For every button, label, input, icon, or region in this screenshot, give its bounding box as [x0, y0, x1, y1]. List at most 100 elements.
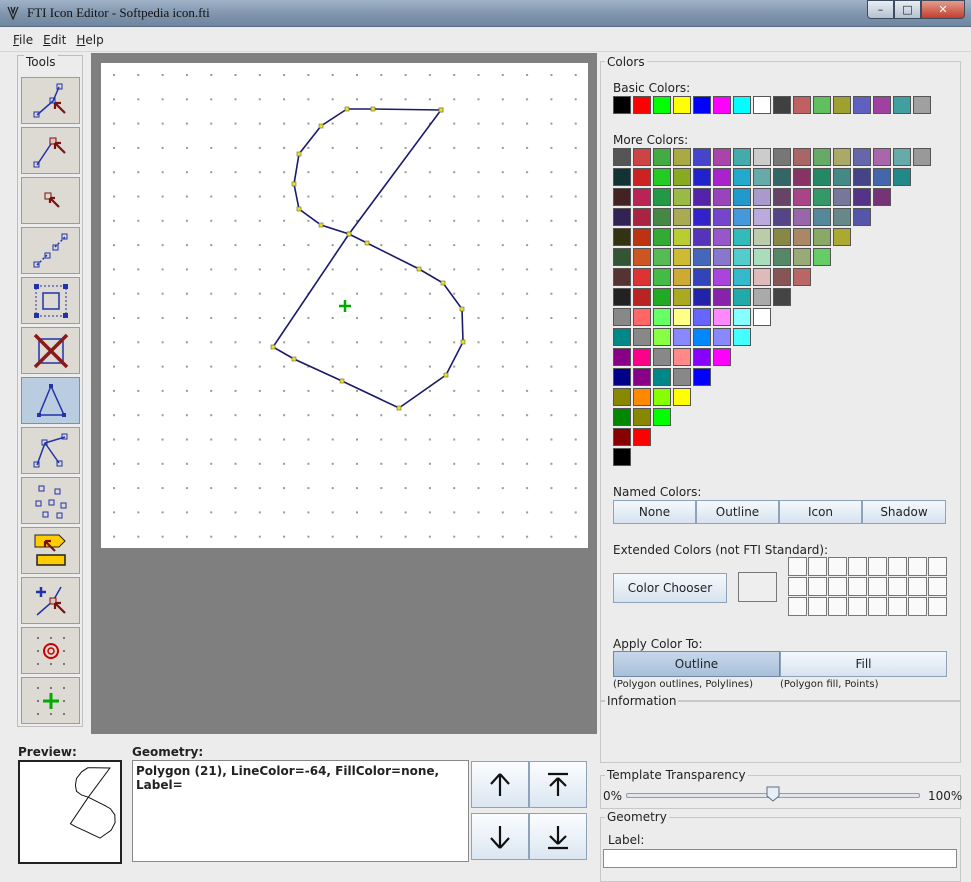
polygon-vertex[interactable] [438, 107, 444, 113]
basic-color-swatch[interactable] [853, 96, 871, 114]
more-color-swatch[interactable] [633, 228, 651, 246]
extended-color-cell[interactable] [848, 557, 867, 576]
more-color-swatch[interactable] [693, 368, 711, 386]
basic-color-swatch[interactable] [913, 96, 931, 114]
more-color-swatch[interactable] [793, 228, 811, 246]
more-color-swatch[interactable] [813, 148, 831, 166]
basic-color-swatch[interactable] [893, 96, 911, 114]
tool-drag-line[interactable] [21, 127, 80, 174]
more-color-swatch[interactable] [753, 208, 771, 226]
tool-polyline[interactable] [21, 427, 80, 474]
more-color-swatch[interactable] [773, 208, 791, 226]
more-color-swatch[interactable] [653, 208, 671, 226]
more-color-swatch[interactable] [613, 408, 631, 426]
tool-add-vertex[interactable] [21, 577, 80, 624]
more-color-swatch[interactable] [813, 188, 831, 206]
more-color-swatch[interactable] [833, 168, 851, 186]
more-color-swatch[interactable] [693, 228, 711, 246]
more-color-swatch[interactable] [613, 328, 631, 346]
more-color-swatch[interactable] [613, 288, 631, 306]
more-color-swatch[interactable] [813, 248, 831, 266]
more-color-swatch[interactable] [633, 188, 651, 206]
basic-color-swatch[interactable] [653, 96, 671, 114]
more-color-swatch[interactable] [753, 228, 771, 246]
tool-target-center[interactable] [21, 627, 80, 674]
extended-color-cell[interactable] [928, 577, 947, 596]
more-color-swatch[interactable] [613, 188, 631, 206]
more-color-swatch[interactable] [653, 268, 671, 286]
more-color-swatch[interactable] [653, 288, 671, 306]
more-color-swatch[interactable] [793, 168, 811, 186]
geometry-list[interactable]: Polygon (21), LineColor=-64, FillColor=n… [132, 760, 469, 862]
more-color-swatch[interactable] [653, 328, 671, 346]
more-color-swatch[interactable] [713, 348, 731, 366]
more-color-swatch[interactable] [673, 188, 691, 206]
polygon-vertex[interactable] [443, 372, 449, 378]
polygon-vertex[interactable] [344, 106, 350, 112]
more-color-swatch[interactable] [813, 228, 831, 246]
more-color-swatch[interactable] [633, 408, 651, 426]
polygon-vertex[interactable] [440, 280, 446, 286]
more-color-swatch[interactable] [673, 368, 691, 386]
more-color-swatch[interactable] [733, 308, 751, 326]
polygon-vertex[interactable] [460, 339, 466, 345]
more-color-swatch[interactable] [733, 168, 751, 186]
more-color-swatch[interactable] [633, 248, 651, 266]
more-color-swatch[interactable] [713, 288, 731, 306]
extended-color-cell[interactable] [828, 597, 847, 616]
more-color-swatch[interactable] [733, 228, 751, 246]
tool-label[interactable] [21, 527, 80, 574]
more-color-swatch[interactable] [693, 328, 711, 346]
extended-color-cell[interactable] [868, 597, 887, 616]
more-color-swatch[interactable] [613, 448, 631, 466]
more-color-swatch[interactable] [633, 388, 651, 406]
extended-color-cell[interactable] [868, 577, 887, 596]
basic-color-swatch[interactable] [733, 96, 751, 114]
polygon-vertex[interactable] [339, 378, 345, 384]
more-color-swatch[interactable] [733, 328, 751, 346]
tool-polygon[interactable] [21, 377, 80, 424]
basic-color-swatch[interactable] [873, 96, 891, 114]
polygon-vertex[interactable] [291, 181, 297, 187]
more-color-swatch[interactable] [753, 148, 771, 166]
more-color-swatch[interactable] [773, 228, 791, 246]
more-color-swatch[interactable] [713, 148, 731, 166]
more-color-swatch[interactable] [773, 248, 791, 266]
more-color-swatch[interactable] [873, 188, 891, 206]
more-color-swatch[interactable] [653, 408, 671, 426]
more-color-swatch[interactable] [693, 148, 711, 166]
more-color-swatch[interactable] [673, 168, 691, 186]
more-color-swatch[interactable] [713, 208, 731, 226]
polygon-vertex[interactable] [296, 151, 302, 157]
more-color-swatch[interactable] [653, 148, 671, 166]
named-shadow-button[interactable]: Shadow [862, 500, 946, 524]
extended-color-cell[interactable] [908, 577, 927, 596]
tool-dotted-line[interactable] [21, 227, 80, 274]
drawing-canvas[interactable] [101, 63, 588, 548]
more-color-swatch[interactable] [893, 148, 911, 166]
more-color-swatch[interactable] [733, 208, 751, 226]
more-color-swatch[interactable] [873, 148, 891, 166]
polygon-vertex[interactable] [370, 106, 376, 112]
extended-color-cell[interactable] [788, 577, 807, 596]
extended-color-cell[interactable] [888, 557, 907, 576]
move-top-button[interactable] [529, 761, 587, 808]
menu-help[interactable]: Help [71, 27, 108, 51]
move-up-button[interactable] [471, 761, 529, 808]
extended-color-cell[interactable] [788, 597, 807, 616]
polygon-vertex[interactable] [270, 344, 276, 350]
more-color-swatch[interactable] [813, 168, 831, 186]
polygon-vertex[interactable] [459, 306, 465, 312]
more-color-swatch[interactable] [713, 328, 731, 346]
more-color-swatch[interactable] [753, 168, 771, 186]
extended-color-cell[interactable] [808, 577, 827, 596]
more-color-swatch[interactable] [653, 248, 671, 266]
more-color-swatch[interactable] [613, 348, 631, 366]
more-color-swatch[interactable] [693, 348, 711, 366]
more-color-swatch[interactable] [793, 248, 811, 266]
extended-color-cell[interactable] [888, 597, 907, 616]
extended-color-cell[interactable] [868, 557, 887, 576]
more-color-swatch[interactable] [613, 228, 631, 246]
more-color-swatch[interactable] [853, 148, 871, 166]
minimize-button[interactable]: – [867, 0, 894, 19]
